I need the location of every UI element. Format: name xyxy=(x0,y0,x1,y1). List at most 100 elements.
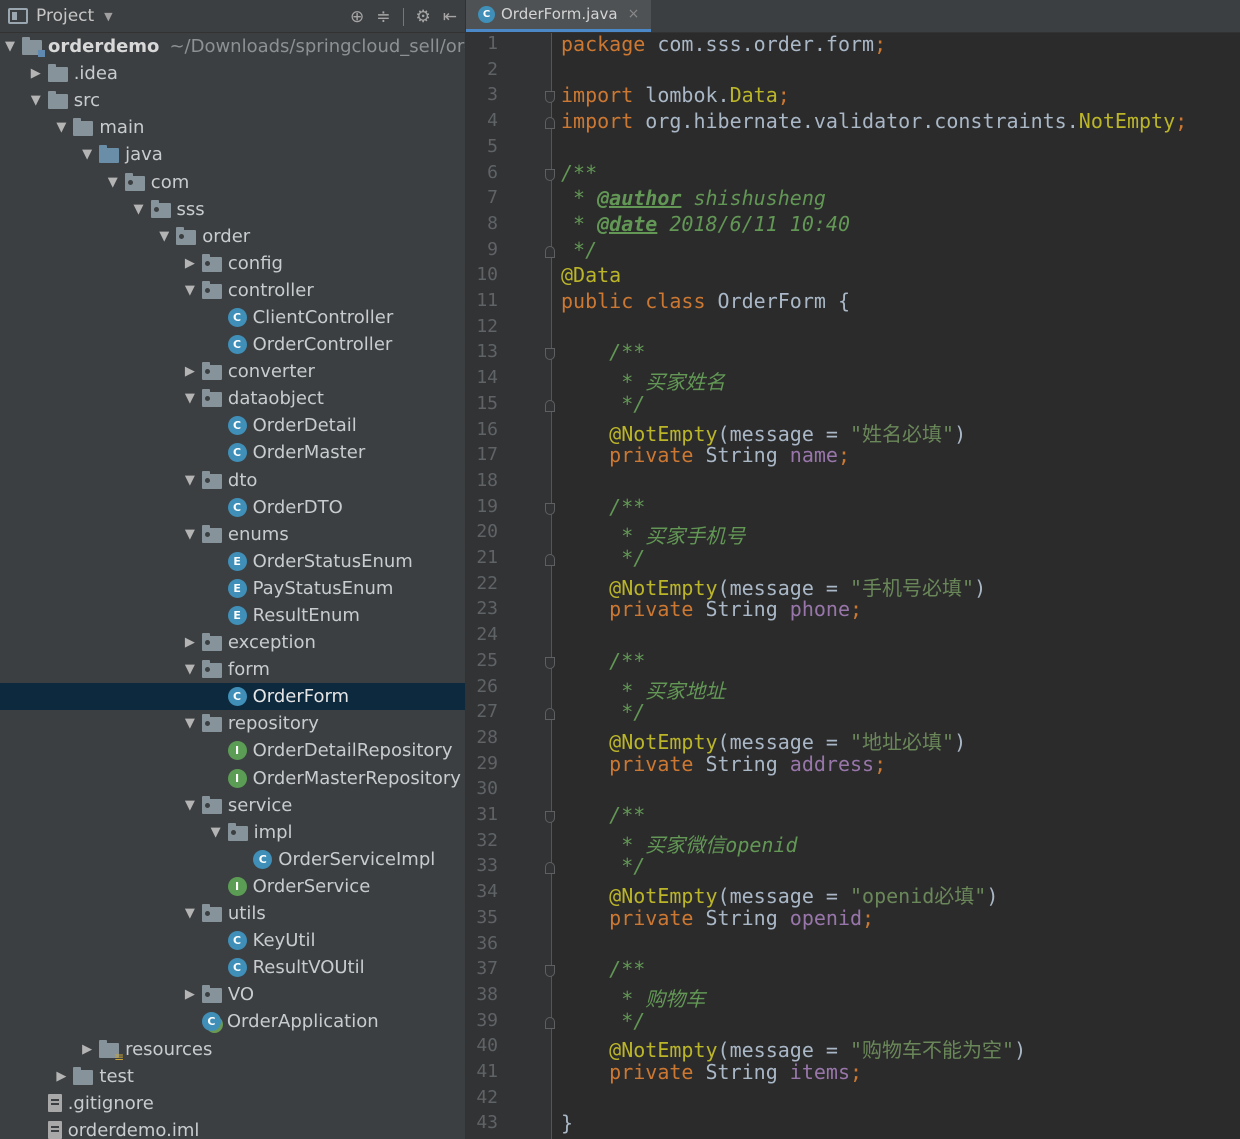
tree-item-idea[interactable]: ▶ .idea xyxy=(0,60,465,87)
code-line[interactable]: @Data xyxy=(561,263,621,287)
expanded-arrow-icon[interactable]: ▼ xyxy=(183,716,197,731)
code-line[interactable]: @NotEmpty(message = "购物车不能为空") xyxy=(561,1034,1026,1063)
tree-item-vo[interactable]: ▶ VO xyxy=(0,981,465,1008)
tree-item-ordermasterrepository[interactable]: I OrderMasterRepository xyxy=(0,765,465,792)
code-line[interactable]: * 买家手机号 xyxy=(561,520,745,549)
tree-item-orderdemo-iml[interactable]: orderdemo.iml xyxy=(0,1117,465,1139)
expanded-arrow-icon[interactable]: ▼ xyxy=(209,825,223,840)
tree-item-main[interactable]: ▼ main xyxy=(0,114,465,141)
code-line[interactable]: * 购物车 xyxy=(561,983,705,1012)
collapsed-arrow-icon[interactable]: ▶ xyxy=(54,1069,68,1084)
fold-end-icon[interactable] xyxy=(545,708,555,721)
tree-item-orderstatusenum[interactable]: E OrderStatusEnum xyxy=(0,548,465,575)
fold-start-icon[interactable] xyxy=(545,348,555,361)
tree-item-utils[interactable]: ▼ utils xyxy=(0,900,465,927)
code-line[interactable]: * @date 2018/6/11 10:40 xyxy=(561,212,850,236)
code-line[interactable]: private String address; xyxy=(561,752,886,776)
expanded-arrow-icon[interactable]: ▼ xyxy=(183,473,197,488)
tree-item-sss[interactable]: ▼ sss xyxy=(0,196,465,223)
tree-item-keyutil[interactable]: C KeyUtil xyxy=(0,927,465,954)
tree-item-resultvoutil[interactable]: C ResultVOUtil xyxy=(0,954,465,981)
fold-start-icon[interactable] xyxy=(545,811,555,823)
expanded-arrow-icon[interactable]: ▼ xyxy=(183,798,197,813)
chevron-down-icon[interactable]: ▼ xyxy=(104,10,112,23)
code-line[interactable]: @NotEmpty(message = "姓名必填") xyxy=(561,418,966,447)
code-line[interactable]: /** xyxy=(561,957,645,981)
expanded-arrow-icon[interactable]: ▼ xyxy=(54,120,68,135)
tree-item-clientcontroller[interactable]: C ClientController xyxy=(0,304,465,331)
code-line[interactable]: */ xyxy=(561,854,645,878)
tree-item-orderapplication[interactable]: C OrderApplication xyxy=(0,1008,465,1035)
tree-item-form[interactable]: ▼ form xyxy=(0,656,465,683)
project-view-selector[interactable]: Project xyxy=(36,6,94,26)
expanded-arrow-icon[interactable]: ▼ xyxy=(132,202,146,217)
fold-end-icon[interactable] xyxy=(545,1016,555,1029)
code-line[interactable]: * 买家地址 xyxy=(561,675,725,704)
expanded-arrow-icon[interactable]: ▼ xyxy=(183,283,197,298)
expanded-arrow-icon[interactable]: ▼ xyxy=(183,527,197,542)
expanded-arrow-icon[interactable]: ▼ xyxy=(3,39,17,54)
expanded-arrow-icon[interactable]: ▼ xyxy=(183,391,197,406)
code-line[interactable]: */ xyxy=(561,392,645,416)
tree-item-impl[interactable]: ▼ impl xyxy=(0,819,465,846)
fold-end-icon[interactable] xyxy=(545,245,555,258)
code-line[interactable]: */ xyxy=(561,700,645,724)
tree-item-resultenum[interactable]: E ResultEnum xyxy=(0,602,465,629)
code-line[interactable]: * 买家微信openid xyxy=(561,829,797,858)
tree-item-orderdto[interactable]: C OrderDTO xyxy=(0,494,465,521)
fold-end-icon[interactable] xyxy=(545,399,555,412)
tree-item-dataobject[interactable]: ▼ dataobject xyxy=(0,385,465,412)
code-line[interactable]: */ xyxy=(561,546,645,570)
fold-end-icon[interactable] xyxy=(545,117,555,130)
code-line[interactable]: * @author shishusheng xyxy=(561,186,826,210)
tree-item-orderservice[interactable]: I OrderService xyxy=(0,873,465,900)
fold-start-icon[interactable] xyxy=(545,656,555,669)
code-line[interactable]: /** xyxy=(561,340,645,364)
expanded-arrow-icon[interactable]: ▼ xyxy=(80,147,94,162)
code-line[interactable]: private String items; xyxy=(561,1060,862,1084)
code-line[interactable]: private String openid; xyxy=(561,906,874,930)
code-line[interactable]: private String phone; xyxy=(561,597,862,621)
gear-icon[interactable]: ⚙ xyxy=(416,7,431,27)
fold-start-icon[interactable] xyxy=(545,91,555,104)
tree-item-com[interactable]: ▼ com xyxy=(0,168,465,195)
tree-item-orderdetailrepository[interactable]: I OrderDetailRepository xyxy=(0,737,465,764)
tree-item-service[interactable]: ▼ service xyxy=(0,792,465,819)
code-line[interactable]: * 买家姓名 xyxy=(561,366,725,395)
tree-item-ordermaster[interactable]: C OrderMaster xyxy=(0,439,465,466)
expanded-arrow-icon[interactable]: ▼ xyxy=(29,93,43,108)
code-line[interactable]: @NotEmpty(message = "地址必填") xyxy=(561,726,966,755)
tree-item-orderserviceimpl[interactable]: C OrderServiceImpl xyxy=(0,846,465,873)
code-line[interactable]: /** xyxy=(561,495,645,519)
expanded-arrow-icon[interactable]: ▼ xyxy=(106,175,120,190)
hide-panel-icon[interactable]: ⇤ xyxy=(443,7,457,27)
tree-item-dto[interactable]: ▼ dto xyxy=(0,467,465,494)
tree-item-repository[interactable]: ▼ repository xyxy=(0,710,465,737)
code-line[interactable]: import org.hibernate.validator.constrain… xyxy=(561,109,1187,133)
tree-item-config[interactable]: ▶ config xyxy=(0,250,465,277)
code-line[interactable]: } xyxy=(561,1111,573,1135)
expanded-arrow-icon[interactable]: ▼ xyxy=(183,662,197,677)
tree-item-controller[interactable]: ▼ controller xyxy=(0,277,465,304)
tree-item-orderdetail[interactable]: C OrderDetail xyxy=(0,412,465,439)
fold-end-icon[interactable] xyxy=(545,862,555,875)
tree-item-resources[interactable]: ▶ resources xyxy=(0,1035,465,1064)
fold-start-icon[interactable] xyxy=(545,502,555,515)
tree-item-orderdemo[interactable]: ▼ orderdemo ~/Downloads/springcloud_sell/o… xyxy=(0,33,465,60)
tree-item-src[interactable]: ▼ src xyxy=(0,87,465,114)
collapse-all-icon[interactable]: ≑ xyxy=(376,7,390,27)
expanded-arrow-icon[interactable]: ▼ xyxy=(157,229,171,244)
collapsed-arrow-icon[interactable]: ▶ xyxy=(183,364,197,379)
collapsed-arrow-icon[interactable]: ▶ xyxy=(183,635,197,650)
tree-item-converter[interactable]: ▶ converter xyxy=(0,358,465,385)
tree-item-exception[interactable]: ▶ exception xyxy=(0,629,465,656)
tree-item-gitignore[interactable]: .gitignore xyxy=(0,1090,465,1117)
tab-orderform-java[interactable]: C OrderForm.java × xyxy=(466,0,652,32)
code-line[interactable]: public class OrderForm { xyxy=(561,289,850,313)
tree-item-order[interactable]: ▼ order xyxy=(0,223,465,250)
code-line[interactable]: import lombok.Data; xyxy=(561,83,790,107)
code-line[interactable]: @NotEmpty(message = "手机号必填") xyxy=(561,572,986,601)
collapsed-arrow-icon[interactable]: ▶ xyxy=(183,987,197,1002)
fold-start-icon[interactable] xyxy=(545,168,555,181)
tree-item-enums[interactable]: ▼ enums xyxy=(0,521,465,548)
